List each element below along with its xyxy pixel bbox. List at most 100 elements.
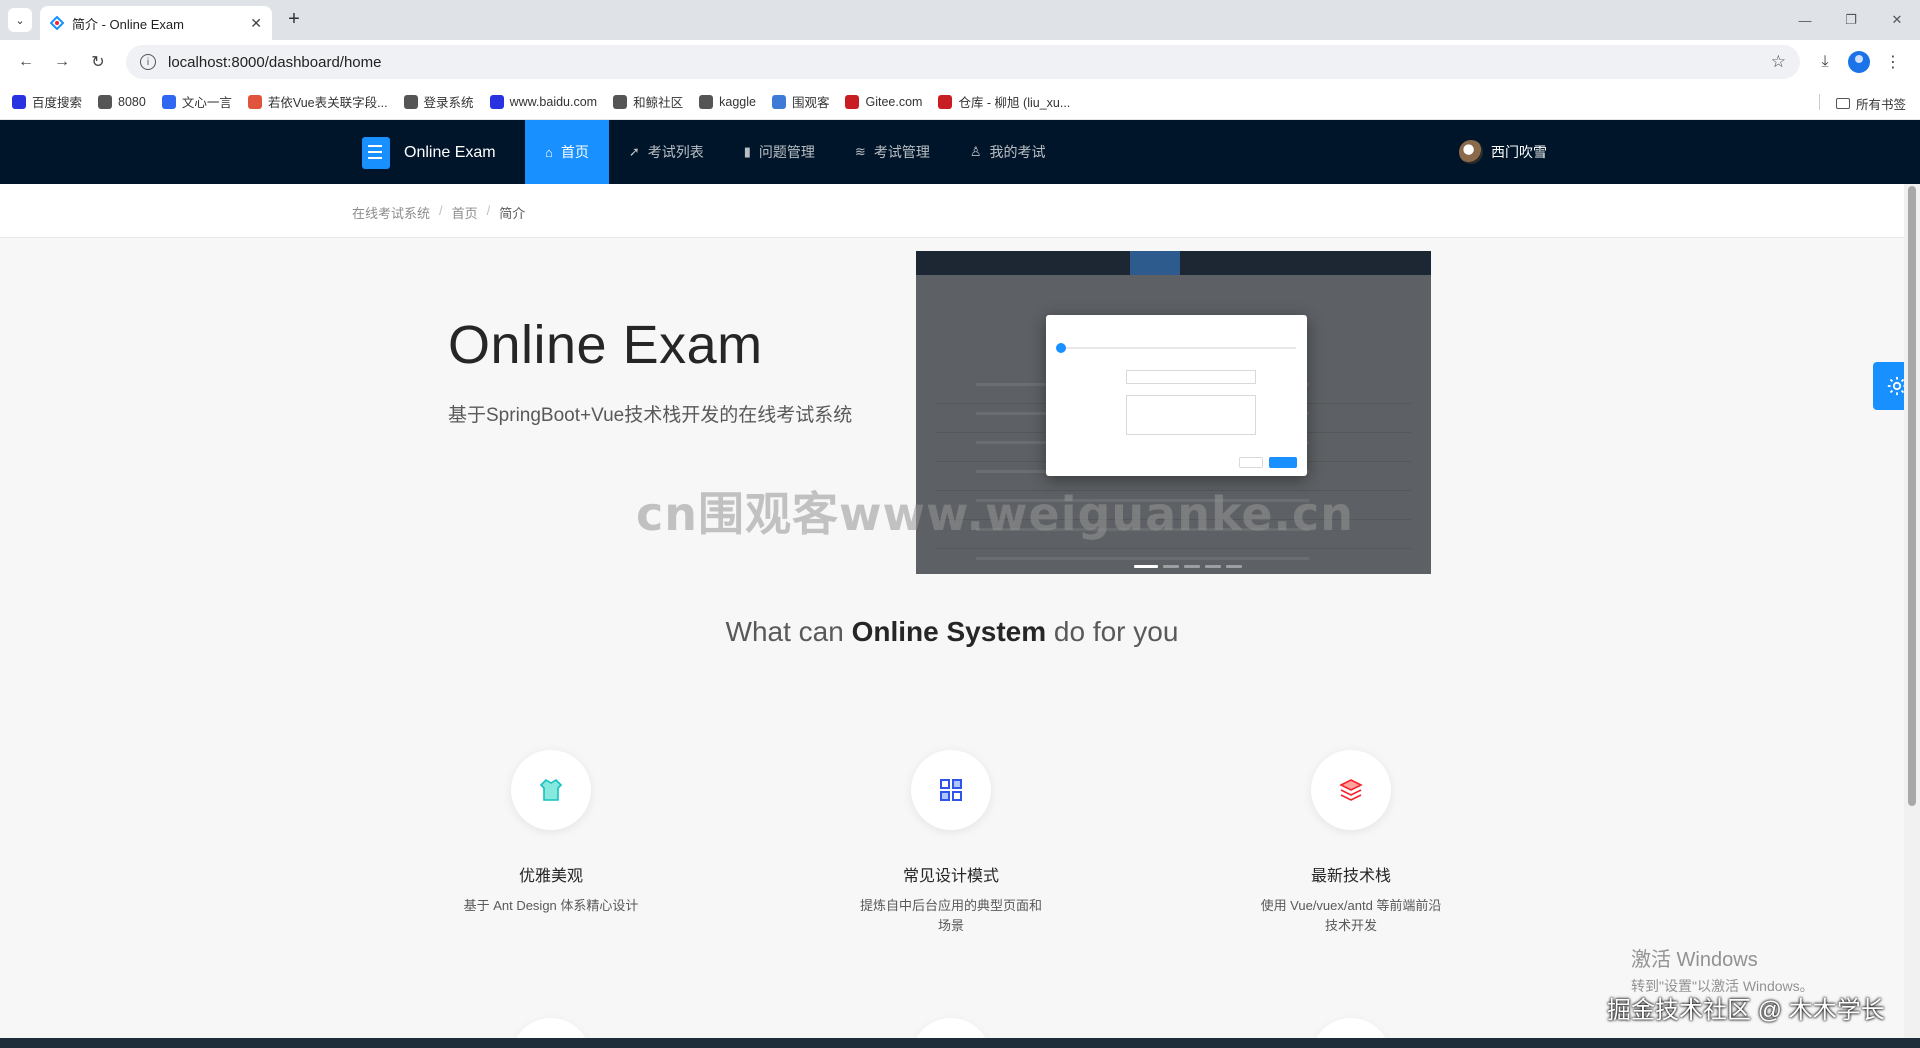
- all-bookmarks-label: 所有书签: [1855, 98, 1906, 112]
- vue-favicon-icon: [50, 16, 64, 30]
- bookmark-item[interactable]: 若依Vue表关联字段...: [247, 92, 388, 111]
- logo[interactable]: Online Exam: [362, 137, 496, 169]
- reload-button[interactable]: ↻: [82, 46, 114, 78]
- bookmark-label: www.baidu.com: [509, 94, 598, 109]
- scrollbar-thumb[interactable]: [1908, 186, 1916, 806]
- bookmark-item[interactable]: 登录系统: [403, 92, 474, 111]
- feature-icon-wrap: [1311, 750, 1391, 830]
- activation-title: 激活 Windows: [1631, 949, 1758, 971]
- bookmark-favicon-icon: [403, 94, 418, 109]
- username: 西门吹雪: [1491, 144, 1547, 160]
- carousel-dot[interactable]: [1205, 565, 1221, 568]
- browser-tab[interactable]: 简介 - Online Exam ✕: [40, 6, 272, 40]
- profile-avatar-icon: [1848, 51, 1870, 73]
- bookmark-item[interactable]: 仓库 - 柳旭 (liu_xu...: [938, 92, 1070, 111]
- home-icon: ⌂: [545, 144, 553, 160]
- back-button[interactable]: ←: [10, 46, 42, 78]
- all-bookmarks-button[interactable]: 所有书签: [1835, 94, 1906, 113]
- restore-button[interactable]: ❐: [1828, 0, 1874, 40]
- carousel-preview-header: [916, 251, 1431, 275]
- folder-icon: [1835, 98, 1850, 109]
- breadcrumb-item-current: 简介: [499, 206, 526, 221]
- forward-button[interactable]: →: [46, 46, 78, 78]
- download-icon[interactable]: ⤓: [1808, 45, 1842, 79]
- tab-search-button[interactable]: ⌄: [8, 8, 32, 32]
- tab-title: 简介 - Online Exam: [72, 16, 184, 32]
- bookmark-favicon-icon: [771, 94, 786, 109]
- window-controls: — ❐ ✕: [1782, 0, 1920, 40]
- breadcrumb-item-home[interactable]: 首页: [452, 203, 478, 222]
- browser-tab-strip: ⌄ 简介 - Online Exam ✕ + — ❐ ✕: [0, 0, 1920, 40]
- tab-close-icon[interactable]: ✕: [250, 15, 262, 32]
- windows-activation-notice: 激活 Windows 转到"设置"以激活 Windows。: [1631, 943, 1814, 996]
- nav-item-3[interactable]: ≋ 考试管理: [835, 120, 950, 184]
- hero-title: Online Exam: [448, 315, 763, 375]
- carousel-dot[interactable]: [1163, 565, 1179, 568]
- bookmark-label: 若依Vue表关联字段...: [267, 96, 388, 110]
- bookmark-favicon-icon: [98, 94, 113, 109]
- bookmark-favicon-icon: [699, 94, 714, 109]
- minimize-button[interactable]: —: [1782, 0, 1828, 40]
- new-tab-button[interactable]: +: [282, 8, 306, 32]
- bookmark-item[interactable]: kaggle: [699, 94, 756, 109]
- feature-desc: 基于 Ant Design 体系精心设计: [463, 898, 639, 913]
- nav-item-label: 问题管理: [758, 144, 815, 160]
- nav-item-label: 考试列表: [647, 144, 704, 160]
- address-toolbar: ← → ↻ i localhost:8000/dashboard/home ☆ …: [0, 40, 1920, 84]
- bookmark-item[interactable]: 文心一言: [161, 92, 232, 111]
- nav-item-0[interactable]: ⌂ 首页: [525, 120, 609, 184]
- breadcrumb: 在线考试系统 / 首页 / 简介: [352, 203, 525, 222]
- bookmark-label: 百度搜索: [32, 96, 83, 110]
- carousel-preview-modal: [1046, 315, 1307, 476]
- nav-item-4[interactable]: ♙ 我的考试: [950, 120, 1066, 184]
- breadcrumb-bar: 在线考试系统 / 首页 / 简介: [0, 184, 1904, 238]
- bookmark-favicon-icon: [12, 94, 26, 109]
- main-nav: ⌂ 首页 ➚ 考试列表 ▮ 问题管理 ≋ 考试管理 ♙ 我的考试: [525, 120, 1065, 184]
- carousel-dot[interactable]: [1134, 565, 1158, 568]
- section-title-suffix: do for you: [1046, 616, 1179, 647]
- feature-card: 常见设计模式 提炼自中后台应用的典型页面和场景: [851, 750, 1051, 936]
- bookmark-label: 登录系统: [423, 96, 474, 110]
- bookmark-item[interactable]: 8080: [98, 94, 146, 109]
- nav-item-label: 考试管理: [873, 144, 930, 160]
- hero-subtitle: 基于SpringBoot+Vue技术栈开发的在线考试系统: [448, 405, 853, 426]
- carousel-dot[interactable]: [1226, 565, 1242, 568]
- breadcrumb-separator: /: [439, 203, 443, 218]
- layers-icon: [1339, 779, 1363, 801]
- watermark: cn围观客www.weiguanke.cn: [636, 487, 1355, 541]
- carousel-dot[interactable]: [1184, 565, 1200, 568]
- feature-card: 最新技术栈 使用 Vue/vuex/antd 等前端前沿技术开发: [1251, 750, 1451, 936]
- page-scrollbar[interactable]: [1904, 184, 1920, 1038]
- bookmark-favicon-icon: [938, 94, 953, 109]
- bookmarks-bar: 百度搜索 8080 文心一言 若依Vue表关联字段... 登录系统 www.baidu.c…: [0, 84, 1920, 120]
- bookmark-favicon-icon: [489, 94, 504, 109]
- site-info-icon[interactable]: i: [140, 54, 156, 70]
- bookmark-item[interactable]: 百度搜索: [12, 92, 82, 111]
- profile-button[interactable]: [1842, 45, 1876, 79]
- rocket-icon: ➚: [628, 144, 640, 159]
- bookmark-label: 和鲸社区: [633, 96, 684, 110]
- bookmarks-separator: [1819, 94, 1820, 110]
- bookmark-star-icon[interactable]: ☆: [1771, 52, 1786, 72]
- nav-item-1[interactable]: ➚ 考试列表: [609, 120, 724, 184]
- omnibox[interactable]: i localhost:8000/dashboard/home ☆: [126, 45, 1800, 79]
- bookmark-item[interactable]: 围观客: [771, 92, 829, 111]
- nav-item-label: 首页: [560, 144, 589, 160]
- section-title-bold: Online System: [851, 616, 1047, 647]
- bookmark-item[interactable]: 和鲸社区: [613, 92, 683, 111]
- close-window-button[interactable]: ✕: [1874, 0, 1920, 40]
- bookmark-item[interactable]: www.baidu.com: [489, 94, 598, 109]
- breadcrumb-item-system[interactable]: 在线考试系统: [352, 203, 430, 222]
- breadcrumb-separator: /: [486, 203, 491, 218]
- logo-text: Online Exam: [404, 144, 496, 161]
- bookmark-label: kaggle: [719, 94, 756, 109]
- browser-menu-icon[interactable]: ⋮: [1876, 45, 1910, 79]
- url-text[interactable]: localhost:8000/dashboard/home: [168, 54, 1771, 71]
- shirt-icon: [539, 778, 563, 801]
- bookmark-item[interactable]: Gitee.com: [845, 94, 922, 109]
- nav-item-2[interactable]: ▮ 问题管理: [724, 120, 835, 184]
- feature-icon-wrap: [511, 750, 591, 830]
- bookmark-favicon-icon: [247, 94, 262, 109]
- user-menu[interactable]: 西门吹雪: [1459, 140, 1547, 164]
- logo-icon: [362, 137, 390, 169]
